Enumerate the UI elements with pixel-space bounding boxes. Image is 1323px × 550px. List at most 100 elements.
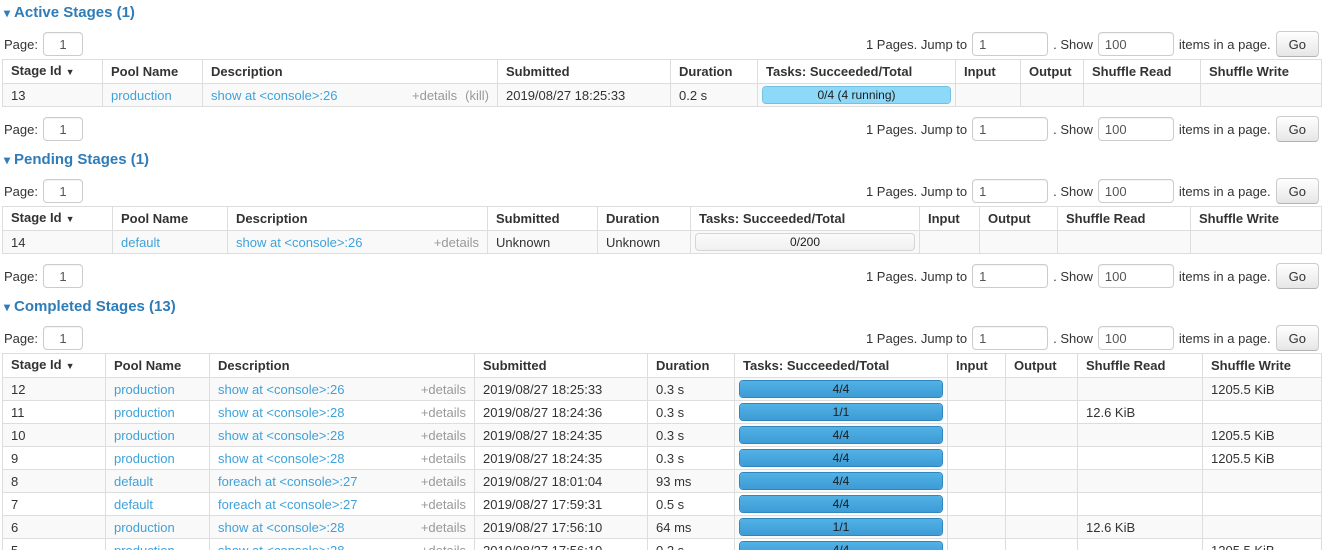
- page-input[interactable]: [43, 117, 83, 141]
- show-count-input[interactable]: [1098, 264, 1174, 288]
- show-text: . Show: [1053, 269, 1093, 284]
- shuffle-read-cell: [1078, 424, 1203, 447]
- details-link[interactable]: +details: [421, 520, 466, 535]
- description-link[interactable]: show at <console>:26: [236, 235, 362, 250]
- pool-name-link[interactable]: default: [114, 497, 153, 512]
- pool-name-link[interactable]: production: [114, 543, 175, 550]
- column-header-pool-name[interactable]: Pool Name: [113, 207, 228, 231]
- column-header-shuffle-write[interactable]: Shuffle Write: [1203, 354, 1322, 378]
- show-count-input[interactable]: [1098, 326, 1174, 350]
- pool-name-link[interactable]: production: [114, 520, 175, 535]
- column-header-description[interactable]: Description: [203, 60, 498, 84]
- column-header-stage-id[interactable]: Stage Id▼: [3, 60, 103, 84]
- details-link[interactable]: +details: [421, 474, 466, 489]
- details-link[interactable]: +details: [421, 497, 466, 512]
- pool-name-link[interactable]: production: [114, 428, 175, 443]
- section-header[interactable]: ▾Pending Stages (1): [4, 151, 149, 169]
- output-cell: [1006, 516, 1078, 539]
- go-button[interactable]: Go: [1276, 263, 1319, 289]
- go-button[interactable]: Go: [1276, 325, 1319, 351]
- column-header-shuffle-read[interactable]: Shuffle Read: [1078, 354, 1203, 378]
- column-header-pool-name[interactable]: Pool Name: [106, 354, 210, 378]
- page-input[interactable]: [43, 326, 83, 350]
- kill-link[interactable]: (kill): [465, 88, 489, 103]
- shuffle-write-cell: 1205.5 KiB: [1203, 447, 1322, 470]
- show-count-input[interactable]: [1098, 179, 1174, 203]
- go-button[interactable]: Go: [1276, 31, 1319, 57]
- column-header-submitted[interactable]: Submitted: [488, 207, 598, 231]
- pool-name-link[interactable]: default: [121, 235, 160, 250]
- section-header[interactable]: ▾Completed Stages (13): [4, 298, 176, 316]
- column-header-shuffle-write[interactable]: Shuffle Write: [1191, 207, 1322, 231]
- description-link[interactable]: show at <console>:28: [218, 520, 344, 535]
- submitted-cell: 2019/08/27 17:56:10: [475, 516, 648, 539]
- column-header-pool-name[interactable]: Pool Name: [103, 60, 203, 84]
- column-header-duration[interactable]: Duration: [648, 354, 735, 378]
- column-header-description[interactable]: Description: [228, 207, 488, 231]
- details-link[interactable]: +details: [421, 543, 466, 550]
- details-link[interactable]: +details: [421, 428, 466, 443]
- column-header-description[interactable]: Description: [210, 354, 475, 378]
- go-button[interactable]: Go: [1276, 116, 1319, 142]
- details-link[interactable]: +details: [412, 88, 457, 103]
- column-header-tasks-succeeded-total[interactable]: Tasks: Succeeded/Total: [735, 354, 948, 378]
- description-link[interactable]: show at <console>:28: [218, 405, 344, 420]
- page-input[interactable]: [43, 32, 83, 56]
- go-button[interactable]: Go: [1276, 178, 1319, 204]
- column-header-input[interactable]: Input: [920, 207, 980, 231]
- jump-to-input[interactable]: [972, 179, 1048, 203]
- column-header-input[interactable]: Input: [956, 60, 1021, 84]
- jump-to-input[interactable]: [972, 32, 1048, 56]
- input-cell: [956, 84, 1021, 107]
- pool-name-link[interactable]: default: [114, 474, 153, 489]
- output-cell: [1006, 470, 1078, 493]
- column-header-tasks-succeeded-total[interactable]: Tasks: Succeeded/Total: [691, 207, 920, 231]
- column-header-output[interactable]: Output: [1021, 60, 1084, 84]
- column-header-tasks-succeeded-total[interactable]: Tasks: Succeeded/Total: [758, 60, 956, 84]
- description-link[interactable]: foreach at <console>:27: [218, 474, 358, 489]
- show-count-input[interactable]: [1098, 117, 1174, 141]
- show-count-input[interactable]: [1098, 32, 1174, 56]
- column-header-submitted[interactable]: Submitted: [475, 354, 648, 378]
- column-header-output[interactable]: Output: [1006, 354, 1078, 378]
- pool-name-link[interactable]: production: [111, 88, 172, 103]
- column-header-duration[interactable]: Duration: [671, 60, 758, 84]
- pool-name-link[interactable]: production: [114, 382, 175, 397]
- page-input[interactable]: [43, 179, 83, 203]
- column-header-shuffle-read[interactable]: Shuffle Read: [1058, 207, 1191, 231]
- column-header-shuffle-read[interactable]: Shuffle Read: [1084, 60, 1201, 84]
- details-link[interactable]: +details: [434, 235, 479, 250]
- input-cell: [948, 470, 1006, 493]
- page-input[interactable]: [43, 264, 83, 288]
- stage-id-cell: 6: [3, 516, 106, 539]
- pool-name-cell: production: [103, 84, 203, 107]
- column-header-stage-id[interactable]: Stage Id▼: [3, 207, 113, 231]
- jump-to-input[interactable]: [972, 264, 1048, 288]
- column-header-shuffle-write[interactable]: Shuffle Write: [1201, 60, 1322, 84]
- jump-to-input[interactable]: [972, 117, 1048, 141]
- description-link[interactable]: show at <console>:28: [218, 451, 344, 466]
- page-label: Page:: [4, 184, 38, 199]
- details-link[interactable]: +details: [421, 451, 466, 466]
- column-header-input[interactable]: Input: [948, 354, 1006, 378]
- column-header-stage-id[interactable]: Stage Id▼: [3, 354, 106, 378]
- description-link[interactable]: show at <console>:28: [218, 543, 344, 550]
- description-link[interactable]: show at <console>:26: [211, 88, 337, 103]
- pool-name-link[interactable]: production: [114, 451, 175, 466]
- details-link[interactable]: +details: [421, 382, 466, 397]
- column-header-submitted[interactable]: Submitted: [498, 60, 671, 84]
- description-link[interactable]: foreach at <console>:27: [218, 497, 358, 512]
- pool-name-link[interactable]: production: [114, 405, 175, 420]
- stage-row: 11 production show at <console>:28 +deta…: [3, 401, 1322, 424]
- output-cell: [1006, 539, 1078, 550]
- section-header[interactable]: ▾Active Stages (1): [4, 4, 135, 22]
- column-header-duration[interactable]: Duration: [598, 207, 691, 231]
- column-header-output[interactable]: Output: [980, 207, 1058, 231]
- details-link[interactable]: +details: [421, 405, 466, 420]
- output-cell: [1006, 378, 1078, 401]
- jump-to-input[interactable]: [972, 326, 1048, 350]
- description-link[interactable]: show at <console>:26: [218, 382, 344, 397]
- description-link[interactable]: show at <console>:28: [218, 428, 344, 443]
- shuffle-write-cell: [1203, 470, 1322, 493]
- duration-cell: 64 ms: [648, 516, 735, 539]
